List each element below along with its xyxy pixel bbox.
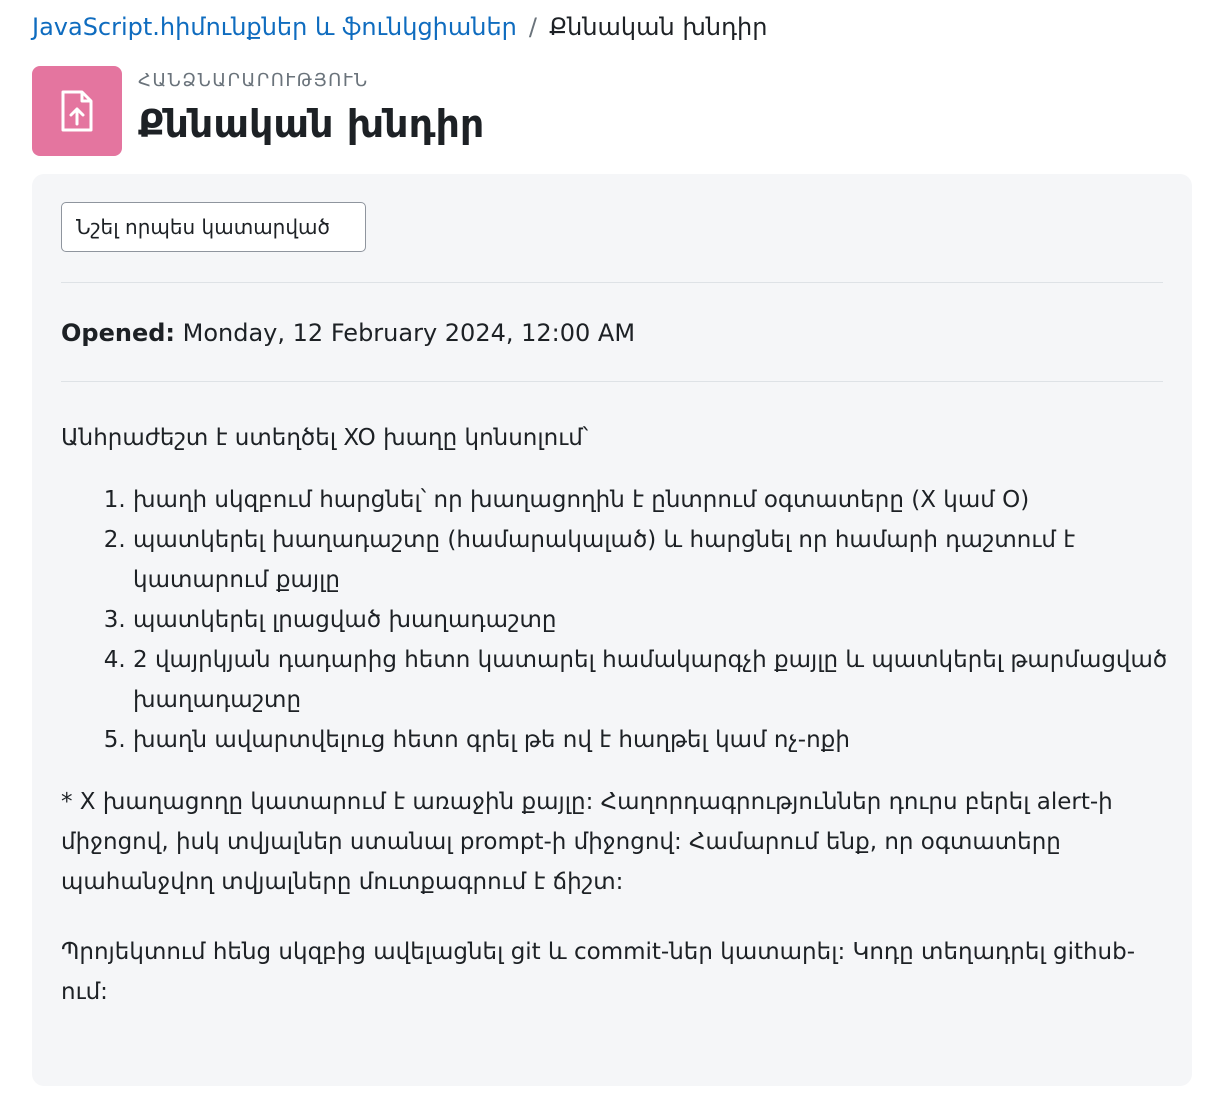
mark-as-done-button[interactable]: Նշել որպես կատարված bbox=[61, 202, 366, 252]
divider bbox=[61, 282, 1163, 283]
description-intro: Անհրաժեշտ է ստեղծել XO խաղը կոնսոլում՝ bbox=[61, 425, 589, 451]
assignment-description: Անհրաժեշտ է ստեղծել XO խաղը կոնսոլում՝ խ… bbox=[61, 418, 1171, 1012]
description-note: * X խաղացողը կատարում է առաջին քայլը: Հա… bbox=[61, 789, 1113, 895]
activity-dates: Opened: Monday, 12 February 2024, 12:00 … bbox=[61, 316, 635, 350]
activity-type-label: ՀԱՆՁՆԱՐԱՐՈՒԹՅՈՒՆ bbox=[138, 70, 369, 91]
breadcrumb: JavaScript.հիմունքներ և ֆունկցիաներ / Քննա… bbox=[32, 12, 767, 42]
assignment-upload-icon bbox=[32, 66, 122, 156]
opened-label: Opened: bbox=[61, 319, 175, 347]
requirements-list: խաղի սկզբում հարցնել՝ որ խաղացողին է ընտ… bbox=[61, 480, 1171, 760]
list-item: պատկերել խաղադաշտը (համարակալած) և հարցն… bbox=[133, 520, 1171, 600]
list-item: պատկերել լրացված խաղադաշտը bbox=[133, 600, 1171, 640]
list-item: 2 վայրկյան դադարից հետո կատարել համակարգ… bbox=[133, 640, 1171, 720]
list-item: խաղի սկզբում հարցնել՝ որ խաղացողին է ընտ… bbox=[133, 480, 1171, 520]
breadcrumb-course-link[interactable]: JavaScript.հիմունքներ և ֆունկցիաներ bbox=[32, 13, 517, 41]
list-item: խաղն ավարտվելուց հետո գրել թե ով է հաղթե… bbox=[133, 720, 1171, 760]
activity-content-card: Նշել որպես կատարված Opened: Monday, 12 F… bbox=[32, 174, 1192, 1086]
opened-date: Monday, 12 February 2024, 12:00 AM bbox=[182, 319, 636, 347]
breadcrumb-separator: / bbox=[528, 13, 537, 41]
divider bbox=[61, 381, 1163, 382]
breadcrumb-current: Քննական խնդիր bbox=[548, 13, 768, 41]
description-project: Պրոյեկտում հենց սկզբից ավելացնել git և c… bbox=[61, 939, 1136, 1005]
page-title: Քննական խնդիր bbox=[138, 102, 485, 146]
